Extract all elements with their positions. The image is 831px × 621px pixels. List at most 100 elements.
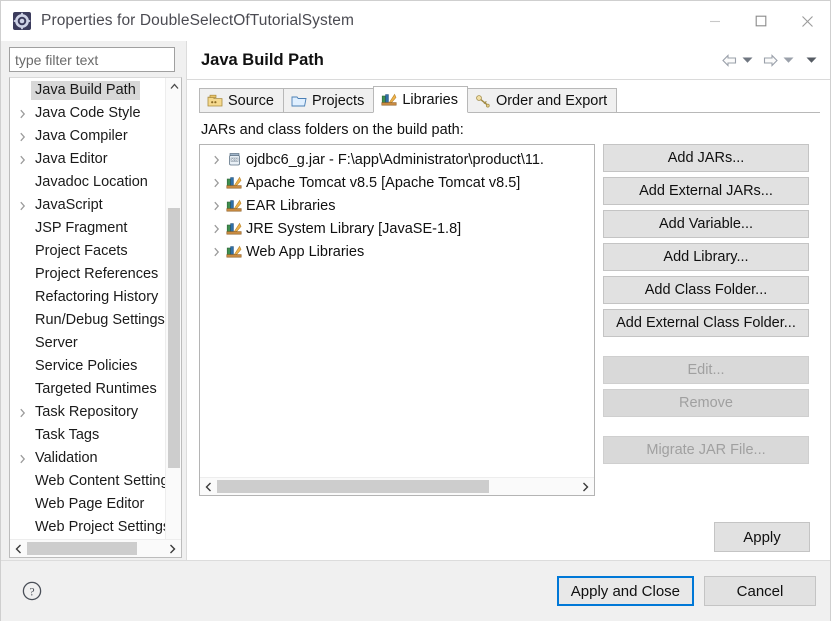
sidebar-vertical-scrollbar[interactable]: [165, 78, 181, 557]
sidebar-item-java-build-path[interactable]: Java Build Path: [10, 79, 181, 102]
chevron-right-icon[interactable]: [208, 178, 224, 188]
chevron-right-icon[interactable]: [14, 454, 31, 464]
settings-tree: Java Build Path Java Code Style Java Compi…: [9, 77, 182, 558]
sidebar-item-web-page-editor[interactable]: Web Page Editor: [10, 493, 181, 516]
library-entry[interactable]: Web App Libraries: [200, 240, 594, 263]
filter-input[interactable]: [9, 47, 175, 72]
sidebar-item-validation[interactable]: Validation: [10, 447, 181, 470]
add-jars-button[interactable]: Add JARs...: [603, 144, 809, 172]
sidebar-item-web-content-settings[interactable]: Web Content Settings: [10, 470, 181, 493]
apply-button[interactable]: Apply: [714, 522, 810, 552]
scroll-left-icon[interactable]: [10, 540, 27, 557]
close-icon[interactable]: [784, 1, 830, 41]
chevron-right-icon[interactable]: [14, 408, 31, 418]
add-variable-button[interactable]: Add Variable...: [603, 210, 809, 238]
svg-text:?: ?: [29, 586, 34, 598]
back-arrow-icon[interactable]: [721, 49, 738, 71]
minimize-icon[interactable]: [692, 1, 738, 41]
scroll-up-icon[interactable]: [166, 78, 181, 94]
tab-projects[interactable]: Projects: [282, 88, 374, 113]
sidebar-item-label: Java Compiler: [35, 128, 128, 144]
button-group-gap: [603, 422, 809, 431]
add-class-folder-button[interactable]: Add Class Folder...: [603, 276, 809, 304]
button-group-gap: [603, 342, 809, 351]
sidebar-item-server[interactable]: Server: [10, 332, 181, 355]
list-scroll-right-icon[interactable]: [577, 478, 594, 495]
dialog-footer: ? Apply and Close Cancel: [1, 560, 830, 621]
properties-dialog: Properties for DoubleSelectOfTutorialSys…: [0, 0, 831, 621]
libraries-horizontal-scrollbar[interactable]: [200, 477, 594, 495]
tab-order-and-export[interactable]: Order and Export: [467, 88, 618, 113]
libraries-listbox[interactable]: 010 ojdbc6_g.jar - F:\app\Administrator\p…: [199, 144, 595, 496]
jar-icon: 010: [224, 152, 244, 167]
sidebar-item-service-policies[interactable]: Service Policies: [10, 355, 181, 378]
sidebar-horizontal-scrollbar[interactable]: [10, 539, 181, 557]
sidebar-item-java-compiler[interactable]: Java Compiler: [10, 125, 181, 148]
sidebar-hscroll-thumb[interactable]: [27, 542, 137, 555]
cancel-button[interactable]: Cancel: [704, 576, 816, 606]
page-header: Java Build Path: [187, 41, 830, 79]
tab-source[interactable]: Source: [199, 88, 283, 113]
sidebar-item-label: Run/Debug Settings: [35, 312, 165, 328]
page-title: Java Build Path: [201, 50, 324, 69]
projects-icon: [291, 94, 307, 108]
list-hscroll-thumb[interactable]: [217, 480, 489, 493]
chevron-right-icon[interactable]: [208, 224, 224, 234]
forward-arrow-icon[interactable]: [762, 49, 779, 71]
help-question-icon[interactable]: ?: [19, 578, 45, 604]
sidebar-item-label: JavaScript: [35, 197, 103, 213]
sidebar-item-javadoc-location[interactable]: Javadoc Location: [10, 171, 181, 194]
sidebar-item-label: Java Code Style: [35, 105, 141, 121]
sidebar-item-label: Refactoring History: [35, 289, 159, 305]
library-icon: [224, 198, 244, 213]
add-library-button[interactable]: Add Library...: [603, 243, 809, 271]
sidebar-item-refactoring-history[interactable]: Refactoring History: [10, 286, 181, 309]
list-scroll-left-icon[interactable]: [200, 478, 217, 495]
sidebar-item-web-project-settings[interactable]: Web Project Settings: [10, 516, 181, 539]
sidebar-item-java-code-style[interactable]: Java Code Style: [10, 102, 181, 125]
sidebar-item-jsp-fragment[interactable]: JSP Fragment: [10, 217, 181, 240]
sidebar-item-project-references[interactable]: Project References: [10, 263, 181, 286]
svg-text:010: 010: [231, 158, 237, 162]
forward-menu-chevron-down-icon[interactable]: [780, 49, 797, 71]
maximize-icon[interactable]: [738, 1, 784, 41]
library-entry[interactable]: EAR Libraries: [200, 194, 594, 217]
sidebar-item-run-debug-settings[interactable]: Run/Debug Settings: [10, 309, 181, 332]
sidebar-item-project-facets[interactable]: Project Facets: [10, 240, 181, 263]
sidebar-scroll-thumb[interactable]: [168, 208, 180, 468]
scroll-right-icon[interactable]: [164, 540, 181, 557]
title-bar: Properties for DoubleSelectOfTutorialSys…: [1, 1, 830, 41]
sidebar-item-javascript[interactable]: JavaScript: [10, 194, 181, 217]
view-menu-chevron-down-icon[interactable]: [803, 49, 820, 71]
back-menu-chevron-down-icon[interactable]: [739, 49, 756, 71]
library-entry[interactable]: 010 ojdbc6_g.jar - F:\app\Administrator\p…: [200, 148, 594, 171]
sidebar-item-java-editor[interactable]: Java Editor: [10, 148, 181, 171]
chevron-right-icon[interactable]: [14, 201, 31, 211]
add-external-jars-button[interactable]: Add External JARs...: [603, 177, 809, 205]
sidebar-item-label: Java Build Path: [31, 81, 140, 100]
library-entry-label: Apache Tomcat v8.5 [Apache Tomcat v8.5]: [246, 174, 521, 191]
chevron-right-icon[interactable]: [208, 247, 224, 257]
sidebar-item-label: Web Content Settings: [35, 473, 176, 489]
tab-libraries[interactable]: Libraries: [373, 86, 468, 113]
settings-sidebar: Java Build Path Java Code Style Java Compi…: [1, 41, 186, 560]
chevron-right-icon[interactable]: [208, 201, 224, 211]
chevron-right-icon[interactable]: [14, 109, 31, 119]
sidebar-item-task-repository[interactable]: Task Repository: [10, 401, 181, 424]
build-path-tabs[interactable]: Source Projects Libraries Order and Export: [199, 86, 820, 113]
settings-tree-list[interactable]: Java Build Path Java Code Style Java Compi…: [10, 78, 181, 539]
chevron-right-icon[interactable]: [14, 155, 31, 165]
chevron-right-icon[interactable]: [14, 132, 31, 142]
chevron-right-icon[interactable]: [208, 155, 224, 165]
apply-and-close-button[interactable]: Apply and Close: [556, 576, 694, 606]
library-icon: [224, 175, 244, 190]
section-label: JARs and class folders on the build path…: [201, 122, 464, 138]
sidebar-item-label: Task Repository: [35, 404, 139, 420]
add-external-class-folder-button[interactable]: Add External Class Folder...: [603, 309, 809, 337]
library-entry[interactable]: JRE System Library [JavaSE-1.8]: [200, 217, 594, 240]
sidebar-item-task-tags[interactable]: Task Tags: [10, 424, 181, 447]
library-entry[interactable]: Apache Tomcat v8.5 [Apache Tomcat v8.5]: [200, 171, 594, 194]
sidebar-item-targeted-runtimes[interactable]: Targeted Runtimes: [10, 378, 181, 401]
libraries-list[interactable]: 010 ojdbc6_g.jar - F:\app\Administrator\p…: [200, 145, 594, 477]
settings-page: Java Build Path Source Projects Librarie…: [186, 41, 830, 560]
